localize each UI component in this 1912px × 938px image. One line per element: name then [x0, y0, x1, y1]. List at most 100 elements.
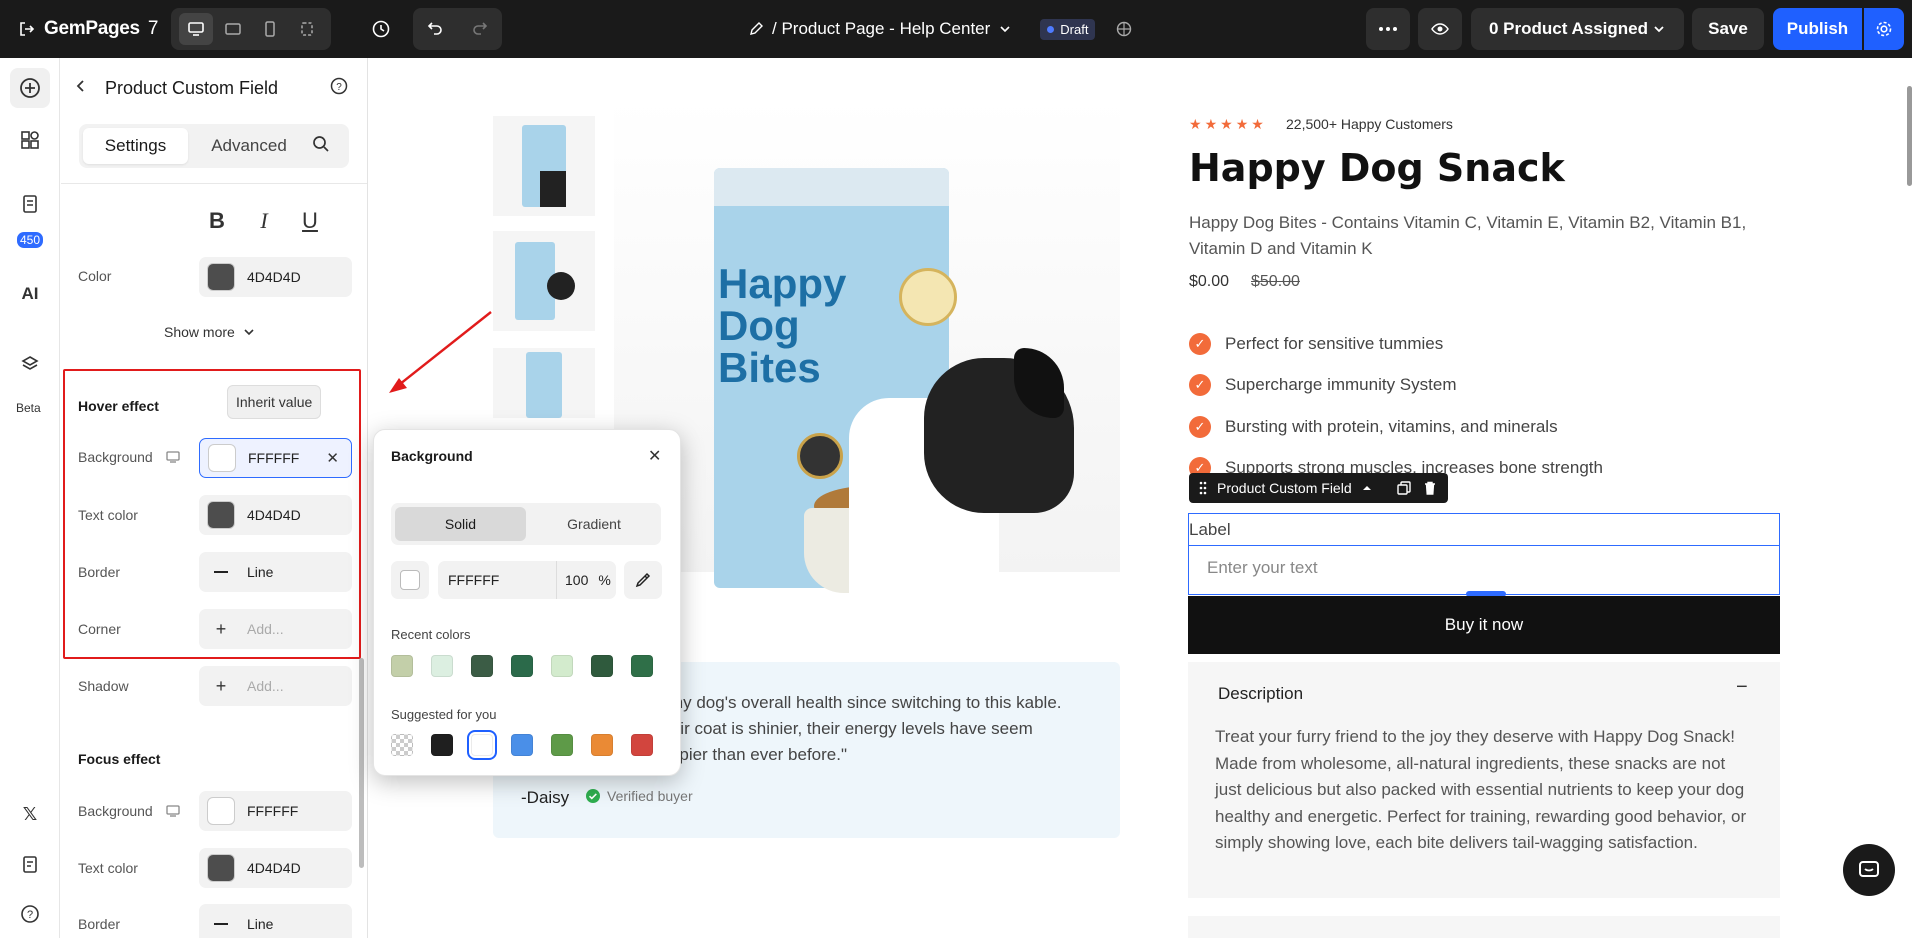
product-title[interactable]: Happy Dog Snack — [1189, 146, 1565, 190]
collapse-icon[interactable]: − — [1736, 676, 1748, 699]
color-swatch[interactable] — [551, 734, 573, 756]
color-swatch[interactable] — [591, 655, 613, 677]
tab-gradient[interactable]: Gradient — [531, 507, 657, 541]
color-swatch[interactable] — [391, 734, 413, 756]
focus-text-color-field[interactable]: 4D4D4D — [199, 848, 352, 888]
add-element-icon[interactable] — [10, 68, 50, 108]
color-swatch[interactable] — [471, 655, 493, 677]
hover-shadow-field[interactable]: + Add... — [199, 666, 352, 706]
buy-now-button[interactable]: Buy it now — [1188, 596, 1780, 654]
hex-input[interactable]: FFFFFF — [438, 561, 556, 599]
canvas-scrollbar[interactable] — [1907, 86, 1912, 186]
hover-text-color-swatch[interactable] — [207, 501, 235, 529]
preview-icon[interactable] — [1418, 8, 1462, 50]
color-swatch[interactable] — [631, 655, 653, 677]
focus-background-swatch[interactable] — [207, 797, 235, 825]
product-assign-dropdown[interactable]: 0 Product Assigned — [1471, 8, 1684, 50]
drag-handle-icon[interactable] — [1199, 481, 1207, 495]
redo-icon[interactable] — [471, 18, 489, 41]
publish-settings-icon[interactable] — [1864, 8, 1904, 50]
color-swatch[interactable] — [207, 263, 235, 291]
gallery-thumbnail[interactable] — [493, 348, 595, 418]
color-swatch[interactable] — [431, 734, 453, 756]
element-toolbar[interactable]: Product Custom Field — [1189, 473, 1448, 503]
x-brand-icon[interactable]: 𝕏 — [14, 798, 46, 830]
layers-icon[interactable] — [14, 348, 46, 380]
undo-icon[interactable] — [426, 18, 444, 41]
product-subtitle[interactable]: Happy Dog Bites - Contains Vitamin C, Vi… — [1189, 210, 1769, 262]
pages-icon[interactable] — [14, 188, 46, 220]
current-color-swatch[interactable] — [391, 561, 429, 599]
color-field[interactable]: 4D4D4D — [199, 257, 352, 297]
color-swatch[interactable] — [591, 734, 613, 756]
clear-icon[interactable]: ✕ — [326, 449, 339, 467]
eyedropper-icon[interactable] — [624, 561, 662, 599]
hover-background-swatch[interactable] — [208, 444, 236, 472]
caret-up-icon[interactable] — [1362, 484, 1372, 492]
color-swatch[interactable] — [551, 655, 573, 677]
sitemap-icon[interactable] — [1115, 20, 1133, 38]
focus-background-field[interactable]: FFFFFF — [199, 791, 352, 831]
color-swatch[interactable] — [511, 734, 533, 756]
color-swatch[interactable] — [467, 730, 497, 760]
back-icon[interactable] — [71, 76, 91, 101]
bold-icon[interactable]: B — [202, 206, 232, 236]
desktop-icon[interactable] — [178, 13, 213, 45]
gallery-thumbnail[interactable] — [493, 231, 595, 331]
product-custom-field[interactable]: Label Enter your text — [1188, 513, 1780, 597]
tab-advanced[interactable]: Advanced — [199, 128, 299, 164]
help-icon[interactable]: ? — [329, 76, 349, 101]
hover-background-field[interactable]: FFFFFF ✕ — [199, 438, 352, 478]
save-button[interactable]: Save — [1692, 8, 1764, 50]
panel-scrollbar[interactable] — [359, 658, 364, 868]
underline-icon[interactable]: U — [295, 206, 325, 236]
close-icon[interactable]: ✕ — [648, 446, 661, 466]
color-swatch[interactable] — [391, 655, 413, 677]
color-swatch[interactable] — [511, 655, 533, 677]
hover-shadow-label: Shadow — [78, 678, 129, 694]
mobile-icon[interactable] — [253, 13, 287, 45]
delete-icon[interactable] — [1422, 480, 1438, 496]
chevron-down-icon — [1654, 26, 1664, 33]
notes-icon[interactable] — [14, 848, 46, 880]
hover-text-color-field[interactable]: 4D4D4D — [199, 495, 352, 535]
search-icon[interactable] — [311, 134, 331, 159]
logo[interactable]: GemPages 7 — [18, 0, 158, 58]
opacity-unit: % — [598, 572, 611, 588]
custom-device-icon[interactable] — [290, 13, 324, 45]
chat-icon[interactable] — [1843, 844, 1895, 896]
color-swatch[interactable] — [431, 655, 453, 677]
focus-text-color-swatch[interactable] — [207, 854, 235, 882]
description-text: Treat your furry friend to the joy they … — [1215, 727, 1747, 852]
hover-background-value: FFFFFF — [248, 450, 300, 466]
italic-icon[interactable]: I — [249, 206, 279, 236]
tab-solid[interactable]: Solid — [395, 507, 526, 541]
hover-corner-field[interactable]: + Add... — [199, 609, 352, 649]
product-assign-label: 0 Product Assigned — [1489, 19, 1649, 38]
tablet-icon[interactable] — [216, 13, 250, 45]
device-switcher — [171, 8, 331, 50]
show-more-button[interactable]: Show more — [164, 324, 255, 340]
duplicate-icon[interactable] — [1396, 480, 1412, 496]
history-icon[interactable] — [366, 14, 396, 44]
exit-icon[interactable] — [18, 20, 36, 38]
sections-icon[interactable] — [14, 124, 46, 156]
chevron-down-icon — [1000, 26, 1010, 33]
focus-border-field[interactable]: Line — [199, 904, 352, 938]
tab-settings[interactable]: Settings — [83, 128, 188, 164]
swatch-fill — [400, 570, 420, 590]
publish-button[interactable]: Publish — [1773, 8, 1862, 50]
product-main-image[interactable]: Happy Dog Bites — [614, 98, 1120, 608]
opacity-input[interactable]: 100% — [556, 561, 616, 599]
help-icon[interactable]: ? — [14, 898, 46, 930]
color-swatch[interactable] — [631, 734, 653, 756]
page-title[interactable]: / Product Page - Help Center Draft — [748, 0, 1133, 58]
hover-border-field[interactable]: Line — [199, 552, 352, 592]
gallery-thumbnail[interactable] — [493, 116, 595, 216]
description-title[interactable]: Description — [1218, 684, 1303, 704]
custom-field-input[interactable]: Enter your text — [1207, 558, 1318, 578]
ai-icon[interactable]: AI — [14, 278, 46, 310]
accordion-item[interactable] — [1188, 916, 1780, 938]
check-icon: ✓ — [1189, 416, 1211, 438]
more-options-icon[interactable] — [1366, 8, 1410, 50]
